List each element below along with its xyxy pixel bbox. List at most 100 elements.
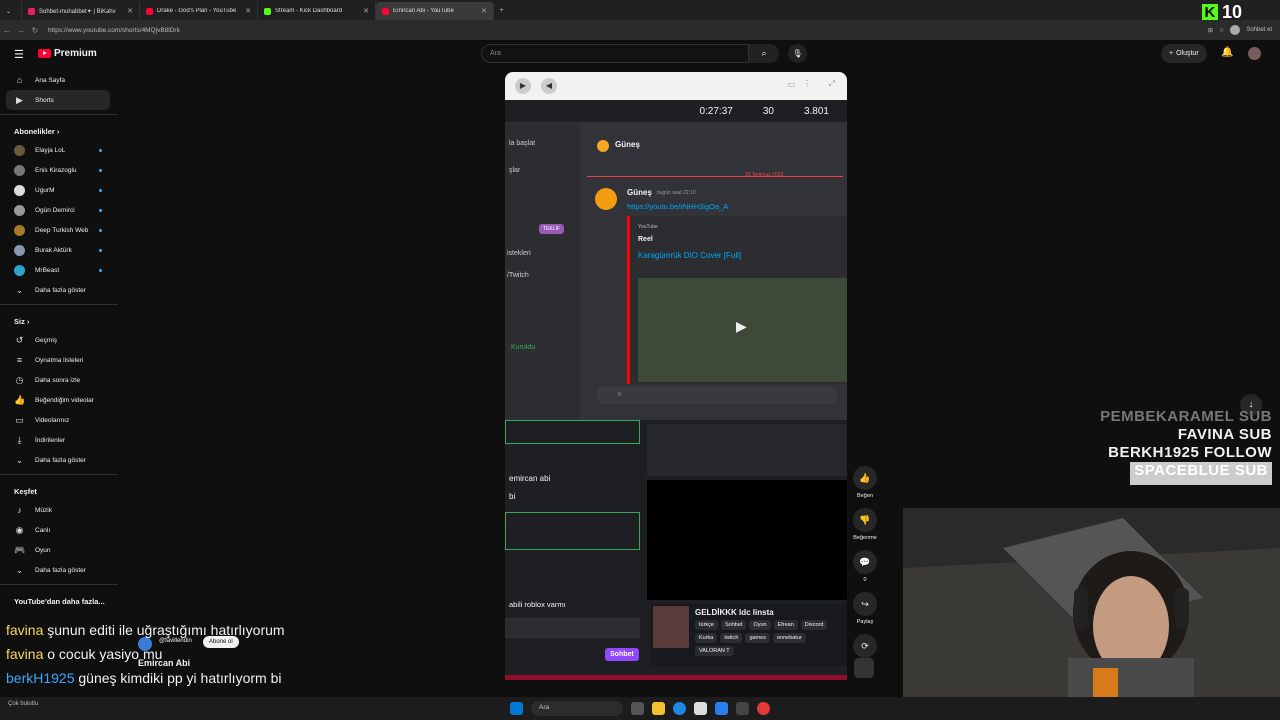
tab-favicon-icon: [146, 7, 153, 15]
sidebar-item[interactable]: ♪ Müzik: [0, 500, 118, 520]
subscription-item[interactable]: MrBeast: [0, 260, 118, 280]
close-icon[interactable]: ✕: [245, 7, 251, 15]
subs-more-button[interactable]: ⌄ Daha fazla göster: [0, 280, 118, 300]
browser-tab[interactable]: Stream - Kick Dashboard ✕: [258, 2, 376, 20]
obs-icon[interactable]: [757, 702, 770, 715]
subscription-item[interactable]: UgurM: [0, 180, 118, 200]
new-content-dot: [99, 168, 102, 172]
sidebar-item[interactable]: ▶ Shorts: [6, 90, 110, 110]
bookmark-icon[interactable]: ☆: [1219, 27, 1224, 34]
chat-input[interactable]: [505, 618, 640, 638]
you-heading[interactable]: Siz ›: [0, 304, 118, 330]
browser-tab[interactable]: Sohbet-muhabbet✦ | BiKahv ✕: [22, 2, 140, 20]
sidebar-item[interactable]: ◷ Daha sonra izle: [0, 370, 118, 390]
message-avatar: [595, 188, 617, 210]
tab-title: Emircan Abi - YouTube: [393, 8, 454, 14]
share-button[interactable]: ↪: [853, 592, 877, 616]
browser-tab[interactable]: Emircan Abi - YouTube ✕: [376, 2, 494, 20]
steam-icon[interactable]: [736, 702, 749, 715]
close-icon[interactable]: ✕: [363, 7, 369, 15]
server-tags: türkçe Sohbet Oyun Efrean Discord Kurka twitch…: [695, 620, 845, 656]
subscription-item[interactable]: Ogün Demirci: [0, 200, 118, 220]
sidebar-item[interactable]: 👍 Beğendiğim videolar: [0, 390, 118, 410]
forward-icon[interactable]: →: [14, 26, 28, 35]
profile-avatar[interactable]: [1230, 25, 1241, 35]
account-avatar[interactable]: [1248, 47, 1261, 60]
youtube-logo[interactable]: Premium: [38, 48, 97, 59]
subscription-item[interactable]: Deep Turkish Web: [0, 220, 118, 240]
sidebar-item[interactable]: ≡ Oynatma listeleri: [0, 350, 118, 370]
volume-icon[interactable]: ◀: [541, 78, 557, 94]
extensions-icon[interactable]: ⊞: [1208, 27, 1213, 34]
sidebar-item[interactable]: ↺ Geçmiş: [0, 330, 118, 350]
url-field[interactable]: https://www.youtube.com/shorts/4MQjvB8lD…: [48, 27, 180, 34]
remix-button[interactable]: ⟳: [853, 634, 877, 658]
embed-thumbnail[interactable]: ▶: [638, 278, 847, 382]
new-tab-button[interactable]: +: [494, 2, 514, 20]
chevron-down-icon: ⌄: [15, 284, 24, 295]
create-button[interactable]: + Oluştur: [1161, 44, 1207, 63]
task-view-icon[interactable]: [631, 702, 644, 715]
play-icon[interactable]: ▶: [736, 318, 747, 335]
play-icon[interactable]: ▶: [515, 78, 531, 94]
message-link[interactable]: https://youtu.be/rNHH3igOa_A: [627, 202, 728, 211]
captions-icon[interactable]: ▭: [787, 80, 795, 89]
comment-button[interactable]: 💬: [853, 550, 877, 574]
chat-box-mid: [505, 512, 640, 550]
subscription-item[interactable]: Enis Kirazoglu: [0, 160, 118, 180]
taskbar-search[interactable]: Ara: [531, 701, 623, 716]
fullscreen-icon[interactable]: ⤢: [829, 79, 835, 89]
sidebar-item[interactable]: ⤓ İndirilenler: [0, 430, 118, 450]
server-card: GELDİKKK ldc linsta türkçe Sohbet Oyun Efre…: [651, 604, 847, 666]
chat-text: güneş kimdiki pp yi hatırlıyorm bi: [78, 670, 282, 686]
back-icon[interactable]: ←: [0, 26, 14, 35]
tab-favicon-icon: [382, 7, 389, 15]
home-icon: ⌂: [16, 75, 23, 85]
sidebar-item-label: Müzik: [35, 506, 52, 514]
stream-preview: [647, 480, 847, 600]
discord-screenshot: la başlat şlar TEKLİF istekleri /Twitch …: [505, 122, 847, 422]
search-button[interactable]: ⌕: [749, 44, 779, 63]
sidebar-item[interactable]: ▭ Videolarınız: [0, 410, 118, 430]
soundtrack-thumbnail[interactable]: [854, 658, 874, 678]
tab-menu-button[interactable]: ⌄: [0, 2, 22, 20]
edge-icon[interactable]: [673, 702, 686, 715]
sidebar-item[interactable]: ⌂ Ana Sayfa: [0, 70, 118, 90]
embed-title[interactable]: Karagümrük DIO Cover [Full]: [630, 243, 847, 260]
subscription-label: UgurM: [35, 186, 55, 194]
browser-tab[interactable]: Drake - God's Plan - YouTube ✕: [140, 2, 258, 20]
more-icon[interactable]: ⋮: [803, 79, 811, 88]
channel-avatar: [14, 204, 25, 216]
sidebar-item[interactable]: 🎮 Oyun: [0, 540, 118, 560]
progress-bar[interactable]: [505, 675, 847, 680]
subscription-label: Deep Turkish Web: [35, 226, 89, 234]
sidebar-item[interactable]: ◉ Canlı: [0, 520, 118, 540]
thumbs-up-button[interactable]: 👍: [853, 466, 877, 490]
bell-icon[interactable]: 🔔: [1221, 47, 1233, 58]
voice-search-button[interactable]: 🎙: [788, 44, 807, 63]
close-icon[interactable]: ✕: [127, 7, 133, 15]
message-input[interactable]: ⊕: [597, 386, 837, 404]
new-content-dot: [99, 228, 102, 232]
thumbs-down-icon: 👎: [859, 514, 871, 525]
copilot-label[interactable]: Sohbet et: [1246, 27, 1272, 33]
chat-username: favina: [6, 622, 44, 638]
search-input[interactable]: Ara: [481, 44, 749, 63]
close-icon[interactable]: ✕: [481, 7, 487, 15]
store-icon[interactable]: [694, 702, 707, 715]
weather-widget[interactable]: Çok bulutlu: [8, 701, 38, 707]
subscriptions-heading[interactable]: Abonelikler ›: [0, 114, 118, 140]
explore-more-button[interactable]: ⌄ Daha fazla göster: [0, 560, 118, 580]
subscription-item[interactable]: Elayja LoL: [0, 140, 118, 160]
sohbet-button[interactable]: Sohbet: [605, 648, 639, 661]
mail-icon[interactable]: [715, 702, 728, 715]
file-explorer-icon[interactable]: [652, 702, 665, 715]
start-icon[interactable]: [510, 702, 523, 715]
you-more-button[interactable]: ⌄ Daha fazla göster: [0, 450, 118, 470]
stream-stats: 0:27:37 30 3.801: [505, 100, 847, 122]
alert-text: SPACEBLUE SUB: [1130, 462, 1272, 485]
hamburger-menu-icon[interactable]: ☰: [14, 48, 24, 61]
reload-icon[interactable]: ↻: [28, 26, 42, 35]
subscription-item[interactable]: Burak Aktürk: [0, 240, 118, 260]
thumbs-down-button[interactable]: 👎: [853, 508, 877, 532]
